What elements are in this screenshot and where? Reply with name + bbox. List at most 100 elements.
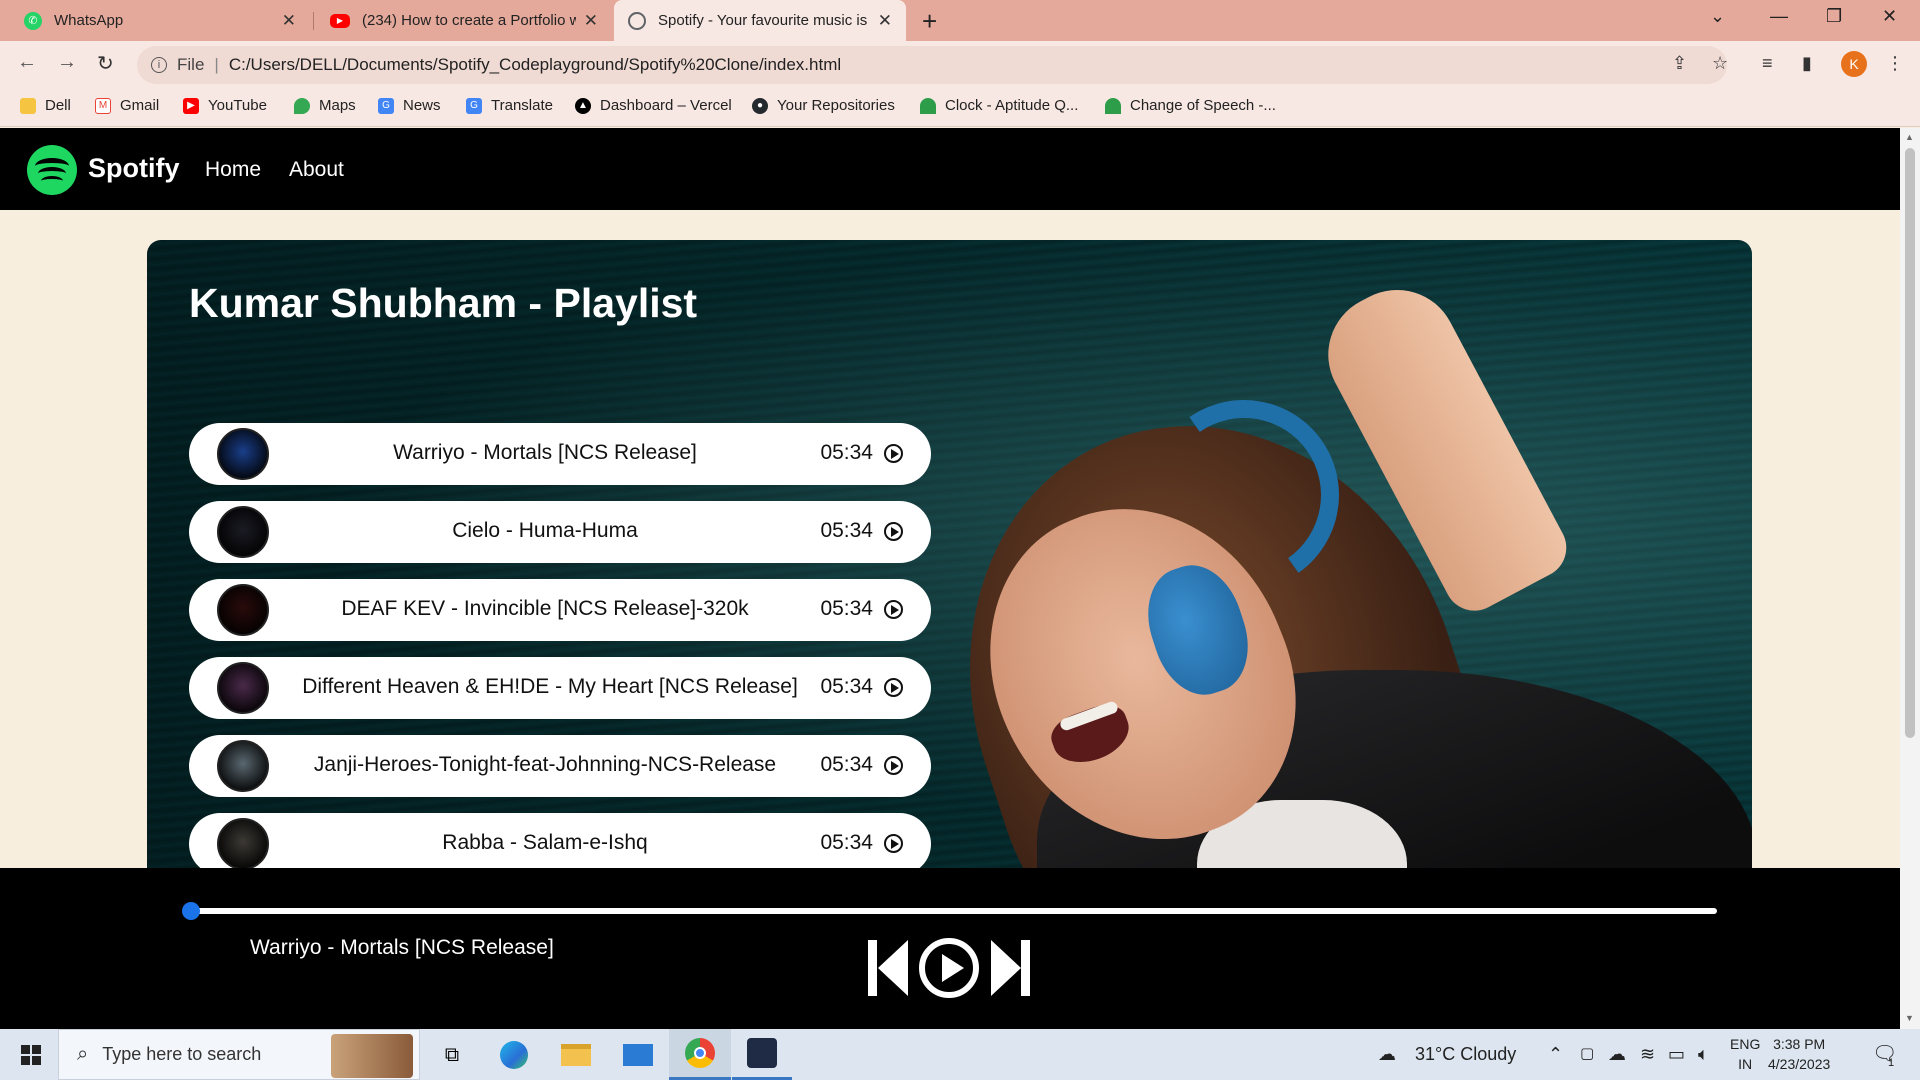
- battery-icon[interactable]: ▭: [1668, 1044, 1685, 1065]
- tab-search-icon[interactable]: ⌄: [1710, 6, 1725, 27]
- weather-status[interactable]: 31°C Cloudy: [1415, 1044, 1516, 1065]
- play-circle-icon[interactable]: [884, 600, 903, 619]
- nav-about-link[interactable]: About: [289, 158, 344, 182]
- next-button[interactable]: [991, 940, 1021, 996]
- song-cover: [217, 662, 269, 714]
- address-bar[interactable]: i File | C:/Users/DELL/Documents/Spotify…: [137, 46, 1727, 84]
- bookmark-change-of-speech[interactable]: Change of Speech -...: [1105, 97, 1276, 114]
- scrollbar-thumb[interactable]: [1905, 148, 1915, 738]
- bookmark-vercel[interactable]: ▲ Dashboard – Vercel: [575, 97, 732, 114]
- browser-toolbar: ← → ↻ i File | C:/Users/DELL/Documents/S…: [0, 41, 1920, 89]
- mail-icon[interactable]: [618, 1037, 658, 1073]
- previous-button[interactable]: [878, 940, 908, 996]
- song-duration: 05:34: [820, 519, 873, 542]
- song-name: Janji-Heroes-Tonight-feat-Johnning-NCS-R…: [313, 753, 777, 776]
- minimize-button[interactable]: —: [1770, 6, 1788, 27]
- menu-kebab-icon[interactable]: ⋮: [1886, 53, 1904, 74]
- edge-icon[interactable]: [494, 1037, 534, 1073]
- tab-spotify[interactable]: Spotify - Your favourite music is h ✕: [614, 0, 906, 41]
- share-icon[interactable]: ⇪: [1672, 53, 1687, 74]
- song-item[interactable]: Warriyo - Mortals [NCS Release] 05:34: [189, 423, 931, 485]
- page-scrollbar[interactable]: ▲ ▼: [1900, 128, 1920, 1029]
- bookmark-gmail[interactable]: M Gmail: [95, 97, 159, 114]
- bookmark-dell[interactable]: Dell: [20, 97, 71, 114]
- info-icon[interactable]: i: [151, 57, 167, 73]
- tab-divider: [313, 12, 314, 30]
- tab-whatsapp[interactable]: ✆ WhatsApp ✕: [10, 0, 310, 41]
- play-circle-icon[interactable]: [884, 756, 903, 775]
- song-item[interactable]: DEAF KEV - Invincible [NCS Release]-320k…: [189, 579, 931, 641]
- reload-icon[interactable]: ↻: [97, 51, 114, 76]
- play-circle-icon[interactable]: [884, 444, 903, 463]
- media-control-icon[interactable]: ≡: [1762, 53, 1773, 74]
- next-icon[interactable]: [1021, 940, 1030, 996]
- site-navbar: Spotify Home About: [0, 128, 1900, 210]
- song-item[interactable]: Janji-Heroes-Tonight-feat-Johnning-NCS-R…: [189, 735, 931, 797]
- address-url[interactable]: C:/Users/DELL/Documents/Spotify_Codeplay…: [229, 55, 841, 75]
- device-icon[interactable]: ▢: [1580, 1044, 1594, 1062]
- song-name: Different Heaven & EH!DE - My Heart [NCS…: [302, 675, 798, 698]
- previous-icon[interactable]: [868, 940, 877, 996]
- bookmark-clock-aptitude[interactable]: Clock - Aptitude Q...: [920, 97, 1078, 114]
- bookmark-label: Dell: [45, 97, 71, 114]
- page-viewport: Spotify Home About Kumar Shubham - Playl…: [0, 128, 1900, 1029]
- address-scheme: File: [177, 55, 205, 74]
- bookmark-github[interactable]: ● Your Repositories: [752, 97, 895, 114]
- translate-icon: G: [466, 97, 482, 114]
- bookmark-star-icon[interactable]: ☆: [1712, 53, 1728, 74]
- tab-youtube[interactable]: ▶ (234) How to create a Portfolio w ✕: [316, 0, 612, 41]
- whatsapp-icon: ✆: [24, 11, 42, 30]
- bookmark-youtube[interactable]: ▶ YouTube: [183, 97, 267, 114]
- play-button[interactable]: [919, 938, 979, 998]
- system-clock[interactable]: 3:38 PM 4/23/2023: [1768, 1034, 1830, 1074]
- youtube-icon: ▶: [330, 13, 350, 28]
- address-separator: |: [214, 55, 219, 74]
- song-item[interactable]: Cielo - Huma-Huma 05:34: [189, 501, 931, 563]
- play-circle-icon[interactable]: [884, 834, 903, 853]
- close-tab-icon[interactable]: ✕: [878, 11, 892, 31]
- nav-home-link[interactable]: Home: [205, 158, 261, 182]
- song-name: DEAF KEV - Invincible [NCS Release]-320k: [341, 597, 749, 620]
- wifi-icon[interactable]: ≋: [1640, 1044, 1655, 1065]
- close-window-button[interactable]: ✕: [1882, 6, 1897, 27]
- song-duration: 05:34: [820, 831, 873, 854]
- task-view-icon[interactable]: ⧉: [438, 1037, 466, 1073]
- play-circle-icon[interactable]: [884, 678, 903, 697]
- song-duration: 05:34: [820, 441, 873, 464]
- waves-app-icon[interactable]: [732, 1029, 792, 1080]
- taskbar-search[interactable]: ⌕ Type here to search: [58, 1029, 420, 1080]
- song-item[interactable]: Different Heaven & EH!DE - My Heart [NCS…: [189, 657, 931, 719]
- song-item[interactable]: Rabba - Salam-e-Ishq 05:34: [189, 813, 931, 875]
- volume-icon[interactable]: 🔈︎: [1698, 1044, 1709, 1065]
- language-indicator[interactable]: ENG IN: [1730, 1034, 1760, 1074]
- brand-name[interactable]: Spotify: [88, 153, 180, 184]
- bookmark-translate[interactable]: G Translate: [466, 97, 553, 114]
- close-tab-icon[interactable]: ✕: [584, 11, 598, 31]
- chevron-up-icon[interactable]: ⌃: [1548, 1044, 1563, 1065]
- scroll-up-arrow-icon[interactable]: ▲: [1905, 132, 1914, 142]
- bookmark-news[interactable]: G News: [378, 97, 441, 114]
- side-panel-icon[interactable]: ▮: [1802, 53, 1812, 74]
- logo-arc: [41, 176, 63, 186]
- back-arrow-icon[interactable]: ←: [17, 51, 37, 74]
- chrome-icon[interactable]: [669, 1029, 731, 1080]
- spotify-logo-icon[interactable]: [27, 145, 77, 195]
- profile-avatar[interactable]: K: [1841, 51, 1867, 77]
- play-circle-icon[interactable]: [884, 522, 903, 541]
- file-explorer-icon[interactable]: [556, 1037, 596, 1073]
- progress-bar[interactable]: [182, 902, 1717, 920]
- windows-start-icon[interactable]: [14, 1037, 48, 1073]
- browser-tab-strip: ✆ WhatsApp ✕ ▶ (234) How to create a Por…: [0, 0, 1920, 41]
- song-cover: [217, 740, 269, 792]
- forward-arrow-icon[interactable]: →: [57, 51, 77, 74]
- restore-button[interactable]: ❐: [1826, 6, 1842, 27]
- onedrive-icon[interactable]: ☁: [1608, 1044, 1626, 1065]
- language-code: ENG: [1730, 1036, 1761, 1052]
- playlist-hero: Kumar Shubham - Playlist Warriyo - Morta…: [147, 240, 1752, 880]
- bookmark-label: YouTube: [208, 97, 267, 114]
- progress-thumb[interactable]: [182, 902, 200, 920]
- bookmark-maps[interactable]: Maps: [294, 97, 356, 114]
- scroll-down-arrow-icon[interactable]: ▼: [1905, 1013, 1914, 1023]
- close-tab-icon[interactable]: ✕: [282, 11, 296, 31]
- new-tab-button[interactable]: +: [922, 6, 937, 37]
